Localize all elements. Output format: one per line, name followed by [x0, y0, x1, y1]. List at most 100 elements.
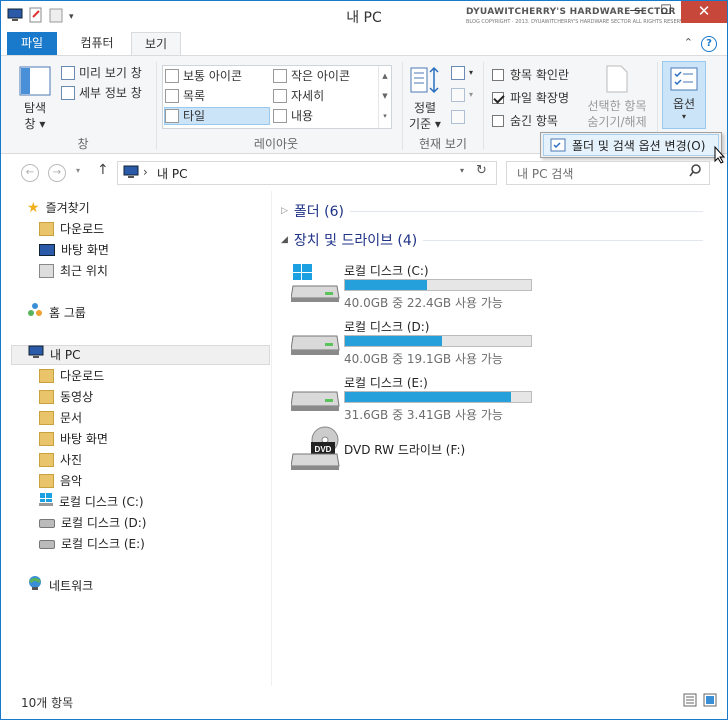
add-columns-button[interactable]: ▾ [451, 86, 473, 104]
devices-group-header[interactable]: ◢ 장치 및 드라이브 (4) [281, 230, 703, 250]
star-icon: ★ [27, 200, 40, 216]
address-bar[interactable]: › 내 PC ▾ ↻ [117, 161, 497, 185]
file-extensions-toggle[interactable]: 파일 확장명 [492, 89, 569, 106]
preview-pane-button[interactable]: 미리 보기 창 [61, 64, 142, 82]
nav-fav-recent[interactable]: 최근 위치 [39, 261, 108, 281]
nav-favorites[interactable]: ★ 즐겨찾기 [27, 198, 90, 218]
address-history-icon[interactable]: ▾ [460, 166, 464, 175]
nav-pc-documents[interactable]: 문서 [39, 408, 82, 428]
layout-small-icons[interactable]: 작은 아이콘 [273, 67, 377, 85]
drive-tile-d[interactable]: 로컬 디스크 (D:) 40.0GB 중 19.1GB 사용 가능 [291, 318, 551, 374]
forward-button[interactable]: → [48, 164, 66, 182]
tab-view[interactable]: 보기 [131, 32, 181, 56]
item-checkboxes-checkbox[interactable] [492, 68, 504, 81]
tab-file[interactable]: 파일 [7, 32, 57, 55]
nav-pc-downloads[interactable]: 다운로드 [39, 366, 104, 386]
nav-homegroup[interactable]: 홈 그룹 [27, 303, 86, 323]
layout-item-label: 자세히 [291, 89, 325, 103]
folder-options-label: 폴더 및 검색 옵션 변경(O) [572, 138, 706, 153]
details-view-icon[interactable] [683, 693, 697, 710]
hide-selected-button[interactable]: 선택한 항목 숨기기/해제 [583, 64, 651, 130]
minimize-button[interactable]: — [621, 1, 651, 23]
scroll-up-icon[interactable]: ▲ [379, 66, 391, 86]
nav-pc-videos[interactable]: 동영상 [39, 387, 93, 407]
layout-gallery-scrollbar[interactable]: ▲ ▼ ▾ [378, 66, 391, 128]
nav-pc-drive-c[interactable]: 로컬 디스크 (C:) [39, 492, 144, 512]
drive-usage-fill [345, 280, 427, 290]
layout-medium-icons[interactable]: 보통 아이콘 [165, 67, 267, 85]
group-by-button[interactable]: ▾ [451, 64, 473, 82]
breadcrumb-separator[interactable]: › [143, 165, 148, 179]
details-pane-label: 세부 정보 창 [79, 86, 142, 100]
preview-pane-label: 미리 보기 창 [79, 66, 142, 80]
videos-folder-icon [39, 390, 54, 404]
network-icon [27, 575, 43, 597]
add-columns-icon [451, 88, 465, 102]
ribbon-tabs: 파일 컴퓨터 보기 ⌃ ? [1, 32, 727, 56]
nav-homegroup-label: 홈 그룹 [49, 306, 86, 320]
documents-folder-icon [39, 411, 54, 425]
layout-details[interactable]: 자세히 [273, 87, 377, 105]
drive-tile-c[interactable]: 로컬 디스크 (C:) 40.0GB 중 22.4GB 사용 가능 [291, 262, 551, 318]
breadcrumb-this-pc[interactable]: 내 PC [157, 165, 187, 182]
nav-pc-music[interactable]: 음악 [39, 471, 82, 491]
recent-locations-icon[interactable]: ▾ [76, 166, 80, 175]
nav-item-label: 바탕 화면 [61, 243, 109, 257]
nav-pc-pictures[interactable]: 사진 [39, 450, 82, 470]
tab-computer[interactable]: 컴퓨터 [63, 32, 131, 55]
nav-network[interactable]: 네트워크 [27, 576, 93, 596]
expand-gallery-icon[interactable]: ▾ [379, 106, 391, 126]
search-input[interactable]: 내 PC 검색 [517, 165, 573, 182]
navigation-pane-button[interactable]: 탐색 창 ▾ [11, 66, 59, 132]
nav-item-label: 사진 [60, 453, 83, 467]
nav-pc-drive-e[interactable]: 로컬 디스크 (E:) [39, 534, 145, 554]
drive-name: 로컬 디스크 (C:) [344, 264, 429, 278]
layout-tiles[interactable]: 타일 [164, 107, 270, 125]
maximize-button[interactable]: ☐ [651, 1, 681, 23]
hidden-items-checkbox[interactable] [492, 114, 504, 127]
small-icons-icon [273, 69, 287, 83]
layout-item-label: 목록 [183, 89, 206, 103]
layout-list[interactable]: 목록 [165, 87, 267, 105]
close-button[interactable]: ✕ [681, 1, 727, 23]
options-button[interactable]: 옵션 ▾ [662, 61, 706, 129]
large-icons-view-icon[interactable] [703, 693, 717, 710]
explorer-window: ▾ 내 PC DYUAWITCHERRY'S HARDWARE SECTOR B… [0, 0, 728, 720]
nav-item-label: 동영상 [60, 390, 94, 404]
file-extensions-checkbox[interactable] [492, 91, 504, 104]
folders-header-label: 폴더 (6) [293, 204, 344, 220]
search-box[interactable]: 내 PC 검색 [506, 161, 710, 185]
folder-options-menu-item[interactable]: 폴더 및 검색 옵션 변경(O) [543, 134, 719, 156]
item-checkboxes-toggle[interactable]: 항목 확인란 [492, 66, 569, 83]
details-icon [273, 89, 287, 103]
folders-group-header[interactable]: ▷ 폴더 (6) [281, 201, 703, 221]
details-pane-button[interactable]: 세부 정보 창 [61, 84, 142, 102]
layout-content[interactable]: 내용 [273, 107, 377, 125]
nav-item-label: 문서 [60, 411, 83, 425]
layout-gallery: 보통 아이콘 작은 아이콘 목록 자세히 타일 내용 ▲ ▼ ▾ [162, 65, 392, 129]
hidden-items-toggle[interactable]: 숨긴 항목 [492, 112, 558, 129]
pane-divider[interactable] [271, 191, 272, 686]
layout-item-label: 내용 [291, 109, 314, 123]
search-icon[interactable] [689, 164, 701, 181]
scroll-down-icon[interactable]: ▼ [379, 86, 391, 106]
up-button[interactable]: ↑ [97, 162, 109, 178]
size-columns-button[interactable] [451, 108, 465, 126]
size-columns-icon [451, 110, 465, 124]
nav-fav-downloads[interactable]: 다운로드 [39, 219, 104, 239]
layout-item-label: 보통 아이콘 [183, 69, 243, 83]
drive-tile-dvd[interactable]: DVD DVD RW 드라이브 (F:) [291, 426, 551, 476]
refresh-icon[interactable]: ↻ [476, 163, 487, 178]
tiles-icon [165, 109, 179, 123]
help-icon[interactable]: ? [701, 36, 717, 52]
nav-pc-drive-d[interactable]: 로컬 디스크 (D:) [39, 513, 146, 533]
ribbon-collapse-icon[interactable]: ⌃ [684, 36, 693, 49]
nav-pc-desktop[interactable]: 바탕 화면 [39, 429, 108, 449]
status-bar: 10개 항목 [1, 689, 727, 717]
drive-tile-e[interactable]: 로컬 디스크 (E:) 31.6GB 중 3.41GB 사용 가능 [291, 374, 551, 430]
back-button[interactable]: ← [21, 164, 39, 182]
hide-selected-icon [606, 65, 628, 93]
nav-this-pc[interactable]: 내 PC [11, 345, 270, 365]
sort-by-button[interactable]: 정렬 기준 ▾ [407, 64, 443, 132]
nav-fav-desktop[interactable]: 바탕 화면 [39, 240, 109, 260]
